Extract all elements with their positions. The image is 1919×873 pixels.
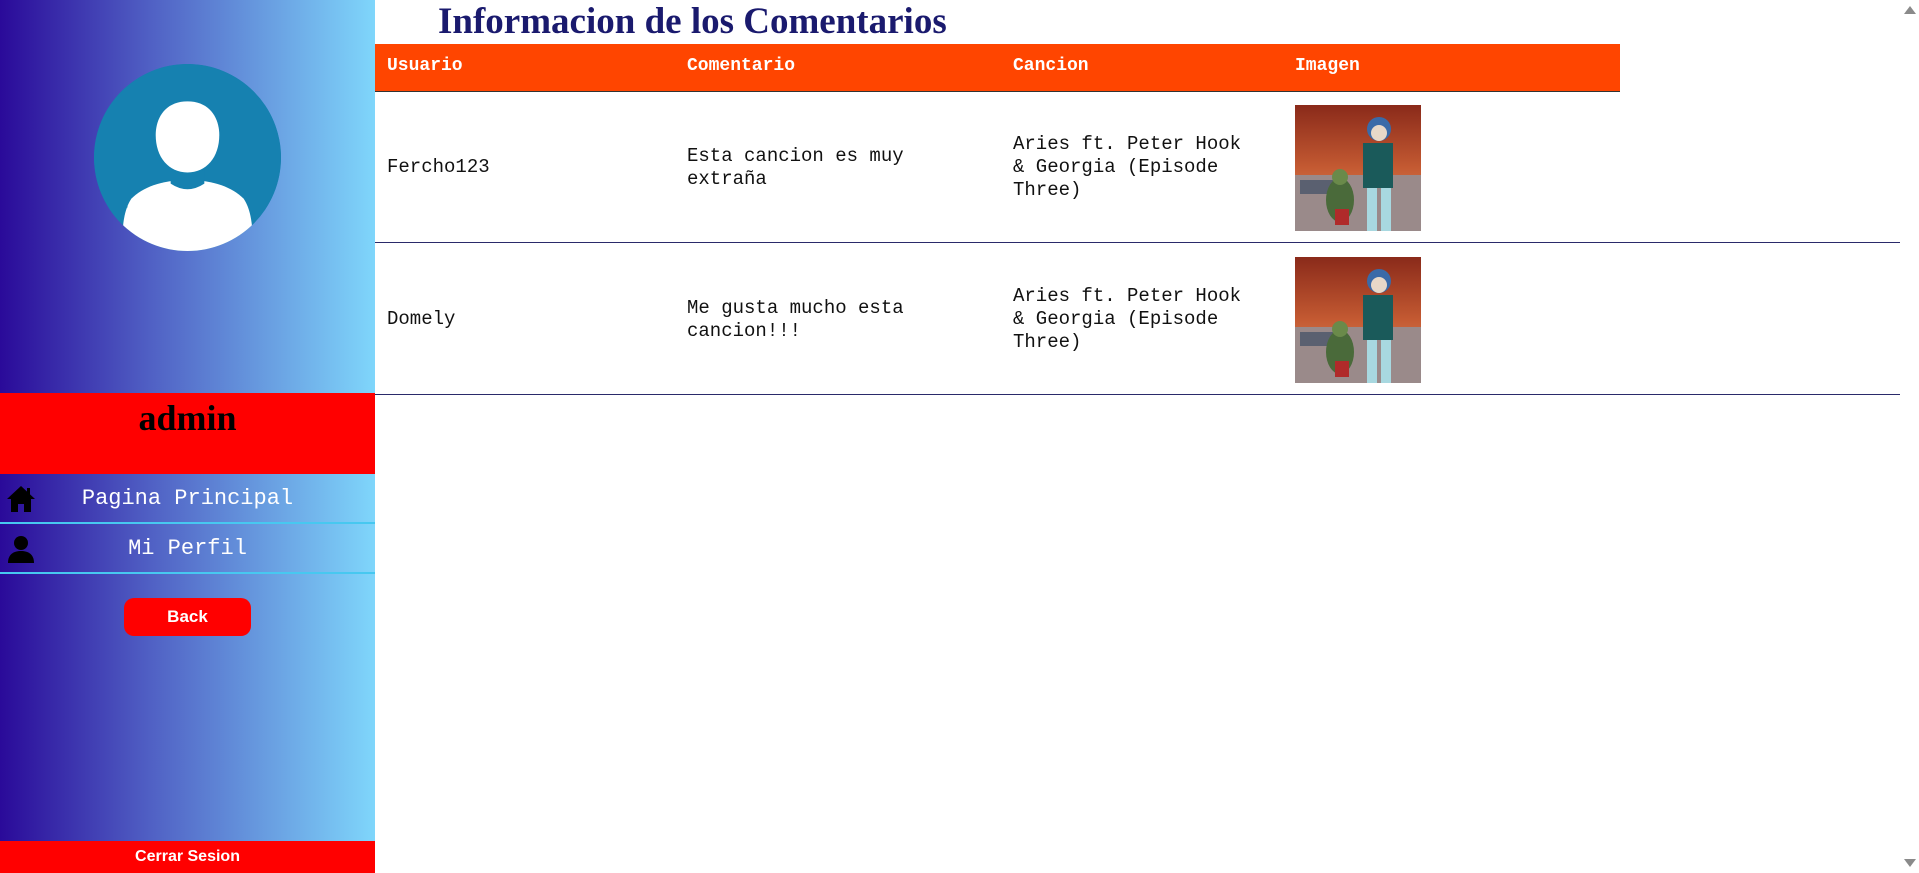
back-button[interactable]: Back	[124, 598, 251, 636]
cell-usuario: Fercho123	[387, 156, 490, 178]
table-row: Domely Me gusta mucho esta cancion!!! Ar…	[375, 244, 1900, 395]
album-art-image	[1295, 257, 1421, 383]
home-icon	[5, 483, 37, 515]
scroll-up-arrow-icon[interactable]	[1904, 6, 1916, 14]
username: admin	[138, 398, 237, 438]
main-content: Informacion de los Comentarios Usuario C…	[375, 0, 1900, 873]
sidebar: admin Pagina Principal Mi Perfil Back Ce…	[0, 0, 375, 873]
user-icon	[5, 533, 37, 565]
cell-cancion: Aries ft. Peter Hook & Georgia (Episode …	[1013, 285, 1242, 353]
nav-item-label: Pagina Principal	[81, 485, 294, 511]
user-avatar-icon	[94, 64, 281, 251]
column-header-cancion: Cancion	[1013, 56, 1089, 76]
logout-button[interactable]: Cerrar Sesion	[0, 841, 375, 873]
column-header-comentario: Comentario	[687, 56, 796, 76]
nav-item-mi-perfil[interactable]: Mi Perfil	[0, 524, 375, 574]
column-header-usuario: Usuario	[387, 56, 463, 76]
nav-item-label: Mi Perfil	[128, 535, 247, 561]
cell-comentario: Me gusta mucho esta cancion!!!	[687, 297, 904, 342]
column-header-imagen: Imagen	[1295, 56, 1360, 76]
cell-usuario: Domely	[387, 308, 456, 330]
page-title: Informacion de los Comentarios	[438, 1, 947, 42]
album-art-image	[1295, 105, 1421, 231]
avatar	[94, 64, 281, 251]
vertical-scrollbar[interactable]	[1900, 0, 1919, 873]
cell-comentario: Esta cancion es muy extraña	[687, 145, 904, 190]
scroll-down-arrow-icon[interactable]	[1904, 859, 1916, 867]
sidebar-nav: Pagina Principal Mi Perfil	[0, 474, 375, 574]
table-row: Fercho123 Esta cancion es muy extraña Ar…	[375, 92, 1900, 243]
table-header: Usuario Comentario Cancion Imagen	[375, 44, 1620, 92]
nav-item-pagina-principal[interactable]: Pagina Principal	[0, 474, 375, 524]
cell-cancion: Aries ft. Peter Hook & Georgia (Episode …	[1013, 133, 1242, 201]
username-banner: admin	[0, 393, 375, 474]
